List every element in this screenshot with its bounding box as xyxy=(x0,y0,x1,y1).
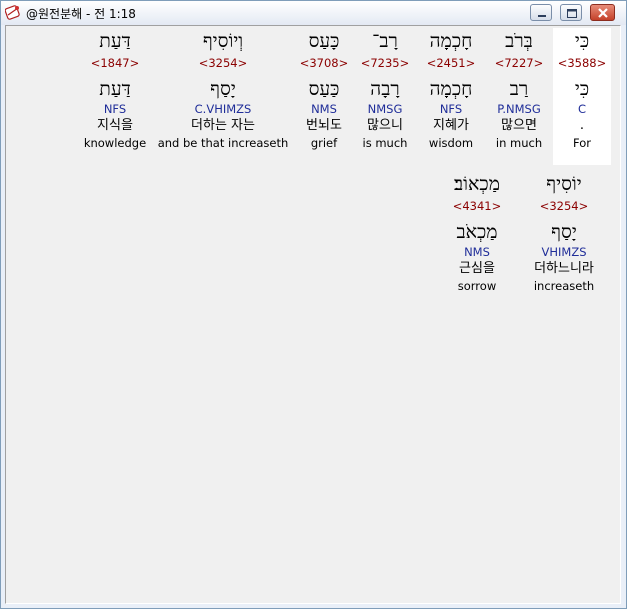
strong-number[interactable]: <3588> xyxy=(553,54,611,72)
english-gloss: knowledge xyxy=(83,136,147,150)
korean-gloss: 더하는 자는 xyxy=(191,118,255,133)
lemma-word: רָבָה xyxy=(370,78,400,100)
word-block[interactable]: דַּעַת <1847> דַּעַת NFS 지식을 knowledge xyxy=(80,28,150,151)
lemma-word: חָכְמָה xyxy=(429,78,473,100)
korean-gloss: 근심을 xyxy=(459,261,495,276)
word-block[interactable]: וְיוֹסִיף <3254> יָסַף C.VHIMZS 더하는 자는 a… xyxy=(155,28,291,151)
morph-code: VHIMZS xyxy=(541,245,587,259)
korean-gloss: 많으니 xyxy=(367,118,403,133)
hebrew-word: מַכְאוֹב׃ xyxy=(454,173,500,195)
english-gloss: For xyxy=(573,136,591,150)
word-block[interactable]: בְּרֹב <7227> רַב P.NMSG 많으면 in much xyxy=(488,28,550,151)
english-gloss: in much xyxy=(495,136,543,150)
strong-number[interactable]: <3708> xyxy=(294,54,354,72)
morph-code: C xyxy=(577,102,587,116)
lemma-word: יָסַף xyxy=(551,221,577,243)
word-block[interactable]: חָכְמָה <2451> חָכְמָה NFS 지혜가 wisdom xyxy=(418,28,484,151)
strong-number[interactable]: <7227> xyxy=(488,54,550,72)
maximize-button[interactable] xyxy=(560,4,582,21)
minimize-icon xyxy=(538,15,546,17)
korean-gloss: 많으면 xyxy=(501,118,537,133)
morph-code: NFS xyxy=(103,102,127,116)
english-gloss: wisdom xyxy=(428,136,474,150)
word-block[interactable]: כִּי <3588> כִּי C . For xyxy=(553,28,611,165)
word-block[interactable]: רָב־ <7235> רָבָה NMSG 많으니 is much xyxy=(355,28,415,151)
hebrew-word: וְיוֹסִיף xyxy=(202,30,244,52)
korean-gloss: 더하느니라 xyxy=(534,261,594,276)
english-gloss: and be that increaseth xyxy=(157,136,289,150)
strong-number[interactable]: <7235> xyxy=(355,54,415,72)
strong-number[interactable]: <3254> xyxy=(524,197,604,215)
hebrew-word: כִּי xyxy=(574,30,590,52)
lemma-word: דַּעַת xyxy=(99,78,131,100)
morph-code: P.NMSG xyxy=(497,102,541,116)
hebrew-word: רָב־ xyxy=(372,30,398,52)
korean-gloss: 지식을 xyxy=(97,118,133,133)
lemma-word: מַכְאֹב xyxy=(456,221,498,243)
lemma-word: כִּי xyxy=(574,78,590,100)
word-block[interactable]: כָּעַס <3708> כַּעַס NMS 번뇌도 grief xyxy=(294,28,354,151)
lemma-word: רַב xyxy=(509,78,529,100)
window-title: @원전분해 - 전 1:18 xyxy=(26,7,136,21)
morph-code: NMS xyxy=(464,245,490,259)
english-gloss: increaseth xyxy=(533,279,595,293)
hebrew-word: דַּעַת xyxy=(99,30,131,52)
strong-number[interactable]: <4341> xyxy=(438,197,516,215)
korean-gloss: 번뇌도 xyxy=(306,118,342,133)
hebrew-word: חָכְמָה xyxy=(429,30,473,52)
close-button[interactable] xyxy=(590,4,615,21)
lemma-word: כַּעַס xyxy=(308,78,340,100)
interlinear-pane[interactable]: כִּי <3588> כִּי C . For בְּרֹב <7227> ר… xyxy=(5,25,621,604)
english-gloss: is much xyxy=(362,136,408,150)
korean-gloss: . xyxy=(579,118,585,133)
morph-code: NFS xyxy=(439,102,463,116)
title-bar[interactable]: @원전분해 - 전 1:18 xyxy=(1,1,626,25)
minimize-button[interactable] xyxy=(530,4,552,21)
morph-code: NMSG xyxy=(367,102,403,116)
close-icon xyxy=(598,8,608,18)
word-block[interactable]: יוֹסִיף <3254> יָסַף VHIMZS 더하느니라 increa… xyxy=(524,171,604,294)
english-gloss: grief xyxy=(310,136,338,150)
word-block[interactable]: מַכְאוֹב׃ <4341> מַכְאֹב NMS 근심을 sorrow xyxy=(438,171,516,294)
hebrew-word: יוֹסִיף xyxy=(546,173,582,195)
app-logo-icon xyxy=(5,5,20,20)
morph-code: C.VHIMZS xyxy=(194,102,252,116)
app-window: @원전분해 - 전 1:18 כִּי <3588> כִּי C . For … xyxy=(0,0,627,609)
morph-code: NMS xyxy=(311,102,337,116)
strong-number[interactable]: <3254> xyxy=(155,54,291,72)
hebrew-word: בְּרֹב xyxy=(505,30,533,52)
lemma-word: יָסַף xyxy=(210,78,236,100)
korean-gloss: 지혜가 xyxy=(433,118,469,133)
english-gloss: sorrow xyxy=(457,279,497,293)
hebrew-word: כָּעַס xyxy=(308,30,340,52)
strong-number[interactable]: <2451> xyxy=(418,54,484,72)
maximize-icon xyxy=(567,9,577,18)
strong-number[interactable]: <1847> xyxy=(80,54,150,72)
